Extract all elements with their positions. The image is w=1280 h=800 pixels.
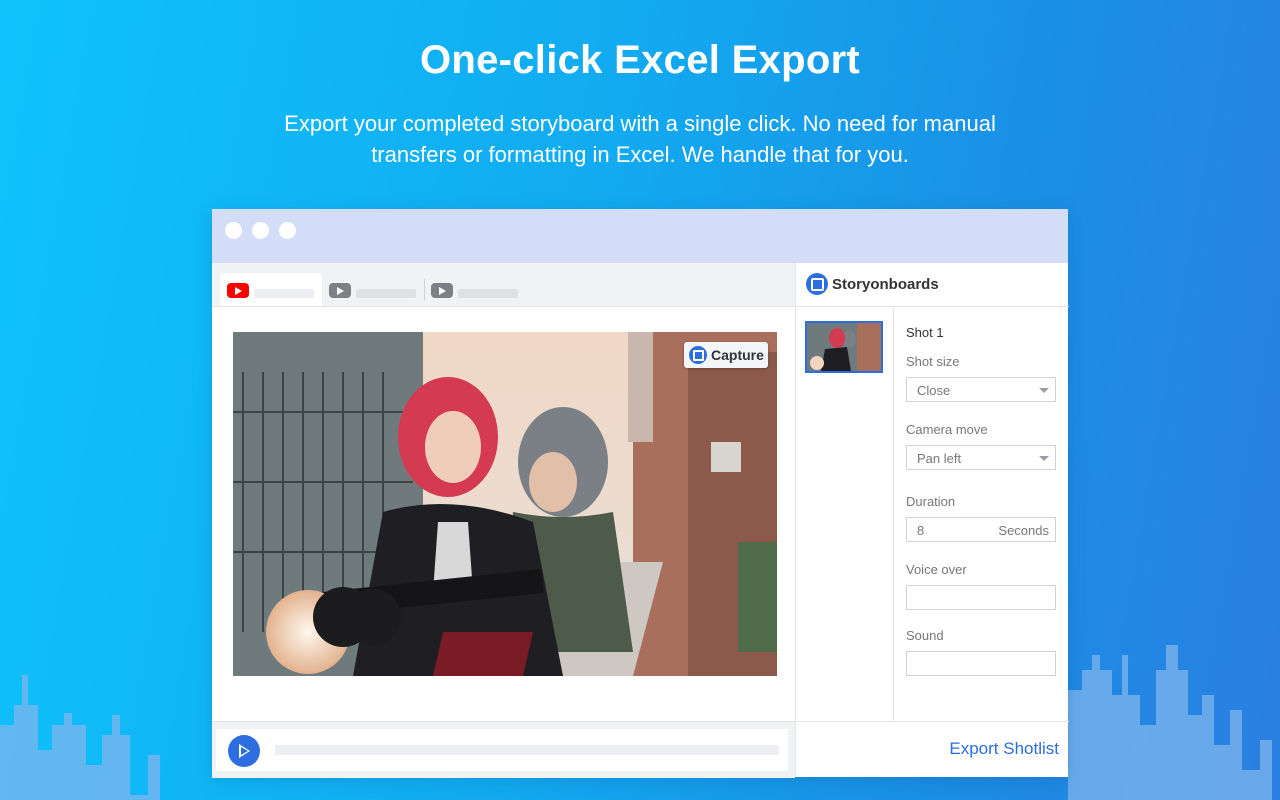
tab-title-placeholder [458, 289, 518, 298]
capture-button[interactable]: Capture [684, 342, 768, 368]
duration-unit: Seconds [998, 523, 1049, 538]
voice-over-label: Voice over [906, 562, 967, 577]
window-close-dot[interactable] [225, 222, 242, 239]
storyonboards-logo-icon [806, 273, 828, 295]
play-icon [239, 744, 250, 758]
window-maximize-dot[interactable] [279, 222, 296, 239]
tab-separator [424, 279, 425, 301]
sound-label: Sound [906, 628, 944, 643]
duration-value: 8 [917, 523, 925, 538]
play-button[interactable] [228, 735, 260, 767]
page-title: One-click Excel Export [419, 38, 861, 82]
tab-youtube-3[interactable] [430, 273, 522, 306]
panel-header: Storyonboards [796, 263, 1069, 307]
window-minimize-dot[interactable] [252, 222, 269, 239]
tab-title-placeholder [356, 289, 416, 298]
panel-footer: Export Shotlist [796, 721, 1069, 778]
shot-size-select[interactable]: Close [906, 377, 1056, 402]
browser-window: Capture Storyonboards Shot 1 Shot size C… [212, 209, 1069, 778]
youtube-icon [227, 283, 249, 298]
progress-bar[interactable] [275, 745, 779, 755]
sound-input[interactable] [906, 651, 1056, 676]
shot-title: Shot 1 [906, 325, 944, 340]
camera-move-value: Pan left [917, 451, 962, 466]
shot-thumbnail-image [807, 323, 881, 371]
shot-size-value: Close [917, 383, 951, 398]
youtube-icon [329, 283, 351, 298]
storyboard-panel: Storyonboards Shot 1 Shot size Close Cam… [795, 263, 1069, 777]
tab-title-placeholder [254, 289, 314, 298]
duration-label: Duration [906, 494, 956, 509]
tab-youtube-active[interactable] [220, 273, 322, 306]
window-titlebar [212, 209, 1068, 263]
tab-bar [212, 263, 795, 307]
video-frame-image [233, 332, 777, 676]
camera-move-select[interactable]: Pan left [906, 445, 1056, 470]
tab-youtube-2[interactable] [328, 273, 420, 306]
shot-form: Shot 1 Shot size Close Camera move Pan l… [894, 307, 1069, 721]
shot-thumbnail[interactable] [805, 321, 883, 373]
capture-label: Capture [711, 347, 764, 363]
voice-over-input[interactable] [906, 585, 1056, 610]
chevron-down-icon [1039, 456, 1049, 461]
chevron-down-icon [1039, 388, 1049, 393]
player-controls [212, 721, 795, 778]
app-name: Storyonboards [832, 276, 939, 293]
shot-size-label: Shot size [906, 354, 960, 369]
player-controls-inner [216, 729, 788, 771]
youtube-icon [431, 283, 453, 298]
shot-thumbnail-list [796, 307, 894, 721]
camera-move-label: Camera move [906, 422, 988, 437]
page-subtitle: Export your completed storyboard with a … [284, 111, 996, 167]
storyonboards-logo-icon [689, 346, 707, 364]
duration-input[interactable]: 8 Seconds [906, 517, 1056, 542]
export-shotlist-button[interactable]: Export Shotlist [949, 739, 1059, 759]
